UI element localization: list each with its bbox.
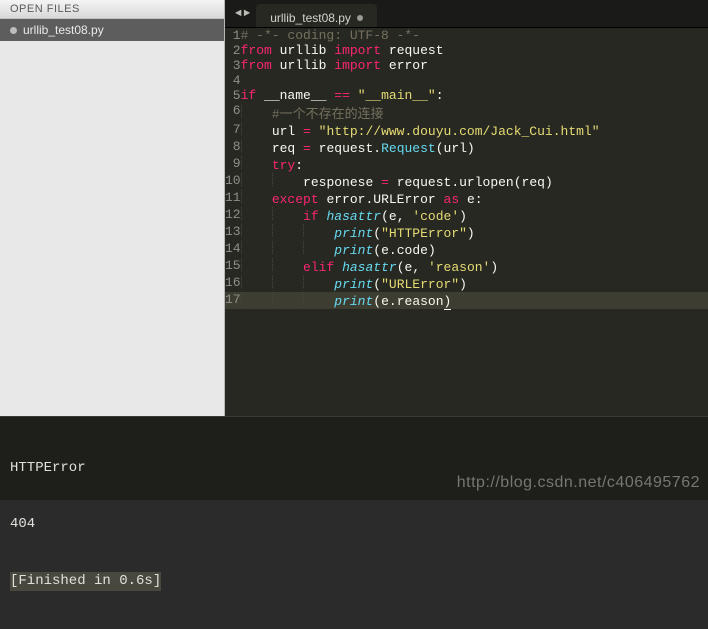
line-number: 10 [225,173,241,190]
line-number: 12 [225,207,241,224]
code-line[interactable]: 15 elif hasattr(e, 'reason') [225,258,708,275]
line-number: 3 [225,58,241,73]
editor-area: ◄ ► urllib_test08.py 1# -*- coding: UTF-… [225,0,708,416]
line-number: 7 [225,122,241,139]
code-line[interactable]: 11 except error.URLError as e: [225,190,708,207]
code-line[interactable]: 17 print(e.reason) [225,292,708,309]
code-content[interactable]: from urllib import error [241,58,708,73]
code-content[interactable]: # -*- coding: UTF-8 -*- [241,28,708,43]
console-line: 404 [10,515,698,534]
code-line[interactable]: 4 [225,73,708,88]
code-content[interactable]: print("HTTPError") [241,224,708,241]
code-content[interactable]: except error.URLError as e: [241,190,708,207]
code-content[interactable]: print(e.reason) [241,292,708,309]
line-number: 17 [225,292,241,309]
tab-active[interactable]: urllib_test08.py [256,4,377,27]
code-content[interactable]: req = request.Request(url) [241,139,708,156]
code-line[interactable]: 3from urllib import error [225,58,708,73]
code-content[interactable]: try: [241,156,708,173]
code-line[interactable]: 5if __name__ == "__main__": [225,88,708,103]
code-content[interactable]: responese = request.urlopen(req) [241,173,708,190]
code-content[interactable]: print(e.code) [241,241,708,258]
tab-nav-next-icon[interactable]: ► [244,8,251,20]
line-number: 11 [225,190,241,207]
code-content[interactable]: from urllib import request [241,43,708,58]
tab-dirty-icon [357,15,363,21]
code-content[interactable]: print("URLError") [241,275,708,292]
open-files-header: OPEN FILES [0,0,224,19]
code-line[interactable]: 16 print("URLError") [225,275,708,292]
line-number: 16 [225,275,241,292]
line-number: 8 [225,139,241,156]
open-file-item[interactable]: urllib_test08.py [0,19,224,41]
code-line[interactable]: 14 print(e.code) [225,241,708,258]
line-number: 14 [225,241,241,258]
code-content[interactable]: if hasattr(e, 'code') [241,207,708,224]
watermark-text: http://blog.csdn.net/c406495762 [457,472,700,494]
code-content[interactable]: if __name__ == "__main__": [241,88,708,103]
line-number: 9 [225,156,241,173]
build-output-panel[interactable]: HTTPError 404 [Finished in 0.6s] http://… [0,416,708,500]
tab-nav-prev-icon[interactable]: ◄ [235,8,242,20]
code-line[interactable]: 12 if hasattr(e, 'code') [225,207,708,224]
code-line[interactable]: 9 try: [225,156,708,173]
code-line[interactable]: 13 print("HTTPError") [225,224,708,241]
line-number: 1 [225,28,241,43]
dirty-indicator-icon [10,27,17,34]
console-line: [Finished in 0.6s] [10,572,698,591]
line-number: 5 [225,88,241,103]
line-number: 4 [225,73,241,88]
code-line[interactable]: 6 #一个不存在的连接 [225,103,708,122]
code-editor[interactable]: 1# -*- coding: UTF-8 -*-2from urllib imp… [225,28,708,416]
line-number: 2 [225,43,241,58]
code-line[interactable]: 1# -*- coding: UTF-8 -*- [225,28,708,43]
open-file-label: urllib_test08.py [23,23,104,37]
code-content[interactable]: url = "http://www.douyu.com/Jack_Cui.htm… [241,122,708,139]
code-line[interactable]: 2from urllib import request [225,43,708,58]
code-line[interactable]: 8 req = request.Request(url) [225,139,708,156]
code-line[interactable]: 10 responese = request.urlopen(req) [225,173,708,190]
sidebar: OPEN FILES urllib_test08.py [0,0,225,416]
line-number: 15 [225,258,241,275]
code-content[interactable]: #一个不存在的连接 [241,103,708,122]
code-content[interactable] [241,73,708,88]
code-content[interactable]: elif hasattr(e, 'reason') [241,258,708,275]
tab-label: urllib_test08.py [270,11,351,25]
code-line[interactable]: 7 url = "http://www.douyu.com/Jack_Cui.h… [225,122,708,139]
tab-bar: ◄ ► urllib_test08.py [225,0,708,28]
line-number: 6 [225,103,241,122]
line-number: 13 [225,224,241,241]
